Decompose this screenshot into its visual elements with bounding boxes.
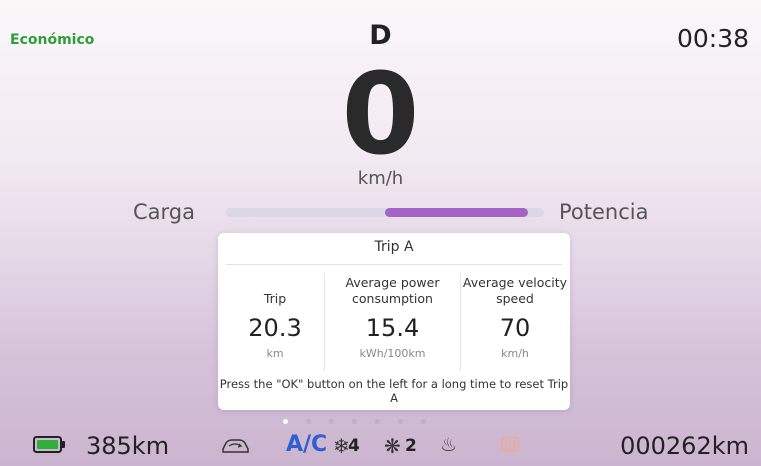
ac-button[interactable]: A/C xyxy=(286,432,327,457)
page-dot xyxy=(352,419,357,424)
regen-label: Carga xyxy=(133,200,195,224)
page-dot xyxy=(329,419,334,424)
power-meter-fill xyxy=(385,208,528,217)
front-fan-level[interactable]: 4 xyxy=(348,436,360,456)
page-dot xyxy=(398,419,403,424)
trip-distance-unit: km xyxy=(266,347,284,360)
fan-icon: ❋ xyxy=(384,434,401,458)
power-meter-track xyxy=(226,208,544,217)
page-dot xyxy=(375,419,380,424)
trip-reset-hint: Press the "OK" button on the left for a … xyxy=(219,377,569,405)
avg-speed-value: 70 xyxy=(499,314,531,342)
page-dot xyxy=(306,419,311,424)
avg-speed-column: Average velocity speed 70 km/h xyxy=(461,273,569,360)
rear-fan-level[interactable]: 2 xyxy=(405,436,417,456)
power-label: Potencia xyxy=(559,200,649,224)
battery-icon xyxy=(33,436,65,453)
trip-distance-label: Trip xyxy=(263,291,287,306)
page-dot xyxy=(421,419,426,424)
trip-distance-column: Trip 20.3 km xyxy=(226,273,324,360)
seat-heat-icon[interactable]: ♨ xyxy=(440,434,457,456)
speed-value: 0 xyxy=(341,50,420,180)
clock: 00:38 xyxy=(676,24,749,53)
trip-card-divider xyxy=(226,264,562,265)
range-value: 385km xyxy=(86,432,170,460)
avg-consumption-unit: kWh/100km xyxy=(359,347,426,360)
gear-indicator: D xyxy=(369,20,392,51)
avg-speed-unit: km/h xyxy=(501,347,529,360)
trip-card: Trip A Trip 20.3 km Average power consum… xyxy=(218,233,570,410)
avg-consumption-value: 15.4 xyxy=(365,314,420,342)
speed-unit: km/h xyxy=(357,168,404,189)
avg-consumption-label: Average power consumption xyxy=(345,275,440,306)
rear-defrost-icon[interactable] xyxy=(500,436,520,454)
trip-distance-value: 20.3 xyxy=(248,314,302,342)
avg-speed-label: Average velocity speed xyxy=(462,275,568,306)
avg-consumption-column: Average power consumption 15.4 kWh/100km xyxy=(325,273,460,360)
trip-card-title: Trip A xyxy=(374,239,414,255)
page-dot xyxy=(283,419,288,424)
odometer: 000262km xyxy=(620,432,749,460)
car-recirculation-icon[interactable] xyxy=(220,437,250,455)
